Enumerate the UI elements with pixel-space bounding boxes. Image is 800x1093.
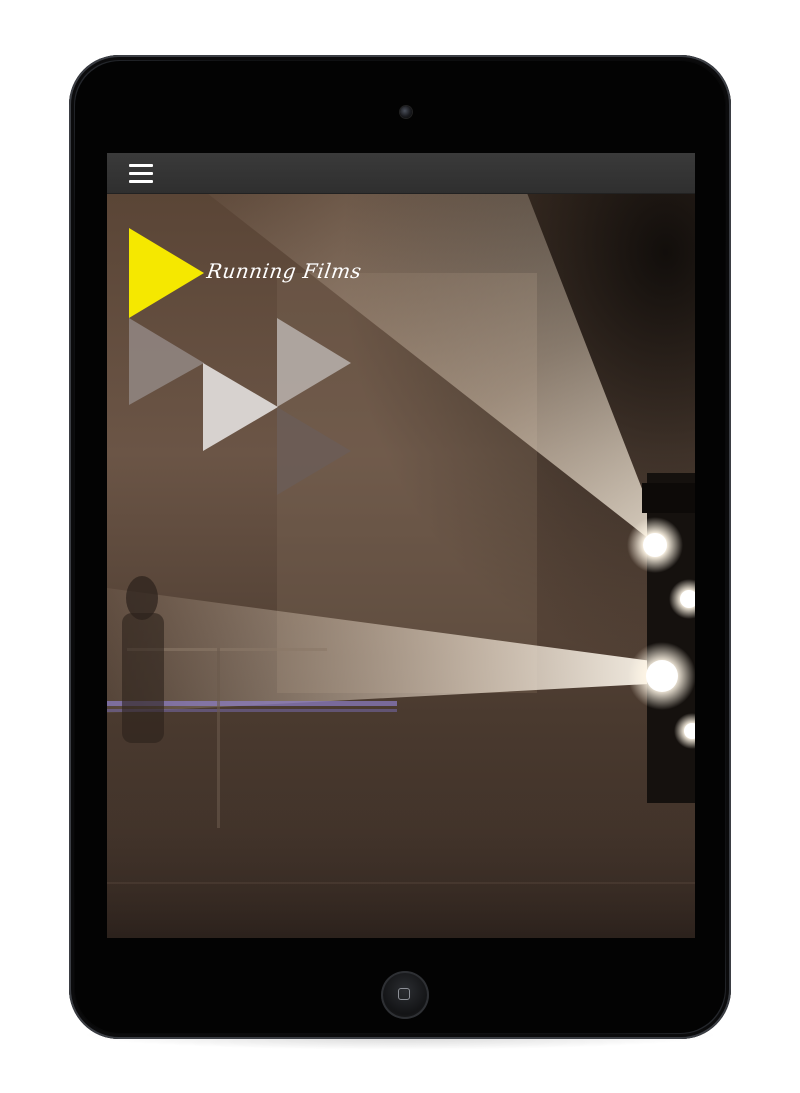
menu-line: [129, 164, 153, 167]
tablet-screen: Running Films: [107, 153, 695, 938]
top-nav-bar: [107, 153, 695, 194]
hero-background: Running Films: [107, 193, 695, 938]
menu-line: [129, 172, 153, 175]
home-button[interactable]: [381, 971, 429, 1019]
menu-line: [129, 180, 153, 183]
front-camera-icon: [400, 106, 412, 118]
hamburger-menu-icon[interactable]: [127, 162, 155, 184]
home-square-icon: [398, 988, 410, 1000]
page: Running Films: [0, 0, 800, 1093]
stage-spotlights-image: [107, 193, 695, 938]
brand-name[interactable]: Running Films: [205, 259, 363, 283]
